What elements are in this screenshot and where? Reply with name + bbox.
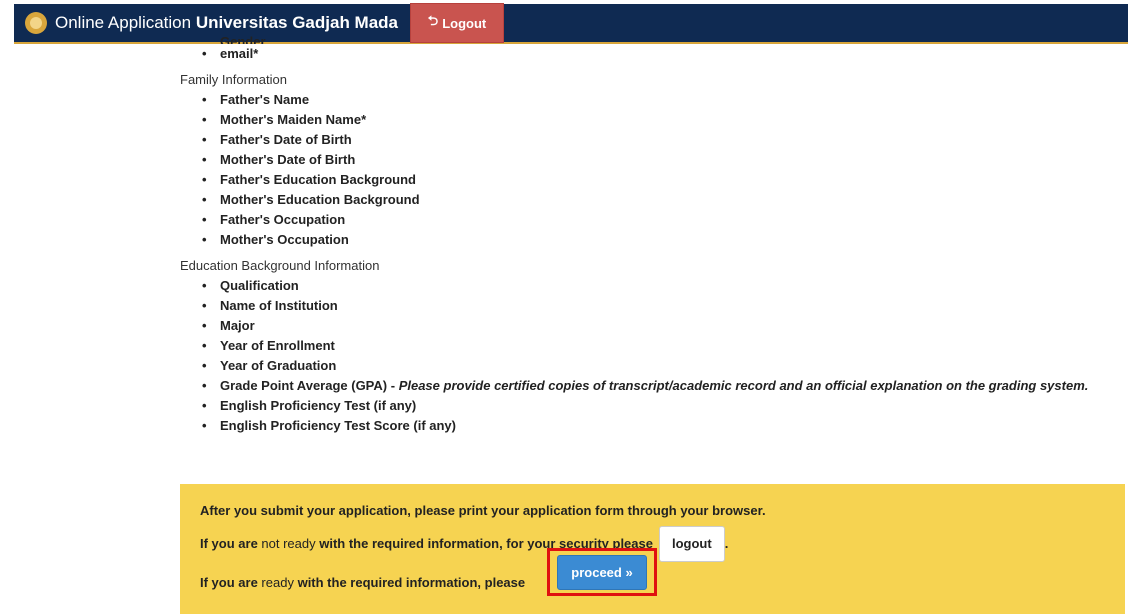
- list-item: Major: [202, 316, 1125, 336]
- education-info-list: Qualification Name of Institution Major …: [180, 276, 1125, 436]
- personal-info-list: Gender email*: [180, 32, 1125, 64]
- list-item: Father's Name: [202, 90, 1125, 110]
- list-item: email*: [202, 44, 1125, 64]
- logout-button[interactable]: logout: [658, 526, 725, 562]
- education-info-title: Education Background Information: [180, 258, 380, 273]
- list-item: English Proficiency Test (if any): [202, 396, 1125, 416]
- family-info-list: Father's Name Mother's Maiden Name* Fath…: [180, 90, 1125, 250]
- list-item: Mother's Education Background: [202, 190, 1125, 210]
- sign-out-icon: ⮌: [427, 13, 439, 28]
- list-item: Father's Date of Birth: [202, 130, 1125, 150]
- list-item: Father's Occupation: [202, 210, 1125, 230]
- list-item: Qualification: [202, 276, 1125, 296]
- university-seal-icon: [25, 12, 47, 34]
- requirements-content: Gender email* Family Information Father'…: [180, 32, 1125, 436]
- list-item: Gender: [220, 32, 1125, 44]
- list-item: Mother's Occupation: [202, 230, 1125, 250]
- list-item: English Proficiency Test Score (if any): [202, 416, 1125, 436]
- list-item-gpa: Grade Point Average (GPA) - Please provi…: [202, 376, 1125, 396]
- list-item: Mother's Maiden Name*: [202, 110, 1125, 130]
- list-item: Year of Graduation: [202, 356, 1125, 376]
- proceed-highlight-box: proceed »: [547, 548, 657, 596]
- print-instruction: After you submit your application, pleas…: [200, 503, 766, 518]
- proceed-button[interactable]: proceed »: [557, 554, 647, 590]
- list-item: Mother's Date of Birth: [202, 150, 1125, 170]
- list-item: Year of Enrollment: [202, 336, 1125, 356]
- gpa-note: Please provide certified copies of trans…: [398, 378, 1089, 393]
- list-item: Name of Institution: [202, 296, 1125, 316]
- list-item: Father's Education Background: [202, 170, 1125, 190]
- family-info-title: Family Information: [180, 72, 287, 87]
